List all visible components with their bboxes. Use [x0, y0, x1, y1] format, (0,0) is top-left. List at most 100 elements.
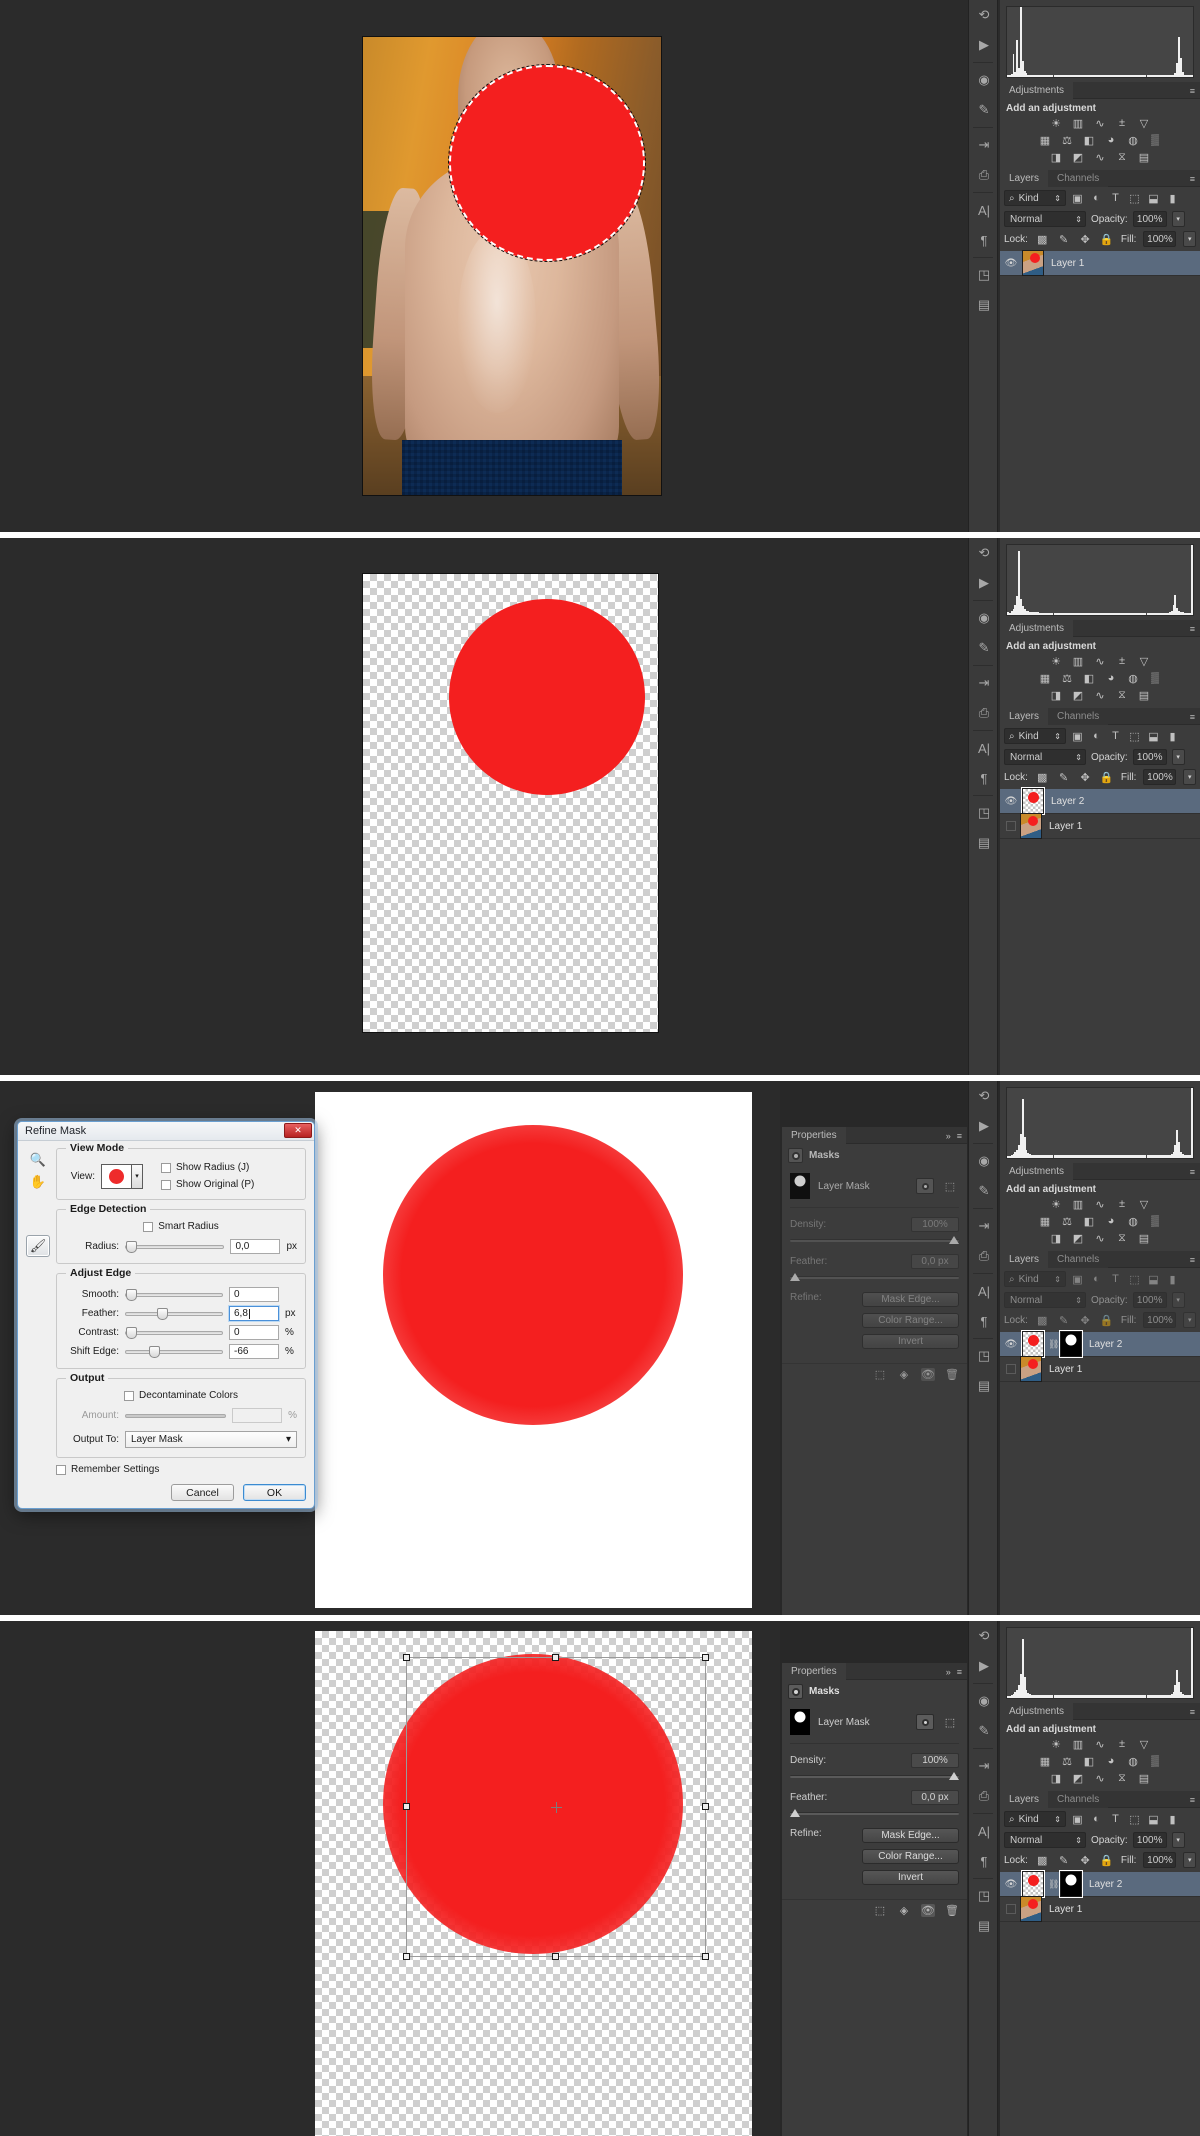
lock-position-icon[interactable]: ✥	[1078, 770, 1093, 785]
lock-position-icon[interactable]: ✥	[1078, 1313, 1093, 1328]
lock-all-icon[interactable]: 🔒	[1099, 770, 1114, 785]
opacity-value[interactable]: 100%	[1133, 1832, 1167, 1848]
document-refine-preview[interactable]	[315, 1092, 752, 1608]
invert-icon[interactable]: ◨	[1049, 1771, 1064, 1785]
vibrance-icon[interactable]: ▽	[1137, 1197, 1152, 1211]
invert-button[interactable]: Invert	[862, 1334, 959, 1349]
gradient-map-icon[interactable]: ▤	[1137, 688, 1152, 702]
chevron-updown-icon[interactable]: ⇕	[1054, 732, 1061, 741]
pixel-filter-icon[interactable]: ▣	[1070, 1272, 1085, 1287]
exposure-icon[interactable]: ±	[1115, 116, 1130, 130]
gradient-map-icon[interactable]: ▤	[1137, 1771, 1152, 1785]
adjust-edge-slider-knob[interactable]	[157, 1308, 168, 1320]
shape-filter-icon[interactable]: ⬚	[1127, 191, 1142, 206]
panel-menu-icon[interactable]: ≡	[1190, 712, 1195, 722]
layer-thumbnail[interactable]	[1020, 1896, 1042, 1922]
fill-value[interactable]: 100%	[1143, 1312, 1176, 1328]
layer-row[interactable]: 👁Layer 1	[1000, 251, 1200, 276]
adjustment-icon-grid[interactable]: ☀▥∿±▽▦⚖◧◕◍▒◨◩∿⧖▤	[1000, 654, 1200, 708]
smart-object-filter-icon[interactable]: ⬓	[1146, 1272, 1161, 1287]
shape-filter-icon[interactable]: ⬚	[1127, 1272, 1142, 1287]
eye-icon[interactable]: 👁	[1004, 1879, 1018, 1890]
dialog-tool-column[interactable]: 🔍 ✋ 🖌	[26, 1149, 52, 1257]
adjust-edge-slider-knob[interactable]	[126, 1289, 137, 1301]
transform-bounding-box[interactable]	[406, 1657, 706, 1957]
opacity-stepper[interactable]: ▾	[1172, 1292, 1185, 1308]
clone-source-icon[interactable]: ⎙	[969, 1241, 999, 1271]
brightness-contrast-icon[interactable]: ☀	[1049, 1737, 1064, 1751]
lock-all-icon[interactable]: 🔒	[1099, 1313, 1114, 1328]
adjustment-filter-icon[interactable]: ◐	[1089, 729, 1104, 744]
brush-icon[interactable]: ✎	[969, 1716, 999, 1746]
layer-thumbnail[interactable]	[1022, 1871, 1044, 1897]
apply-mask-icon[interactable]: ◈	[897, 1368, 911, 1381]
lock-transparency-icon[interactable]: ▩	[1035, 232, 1050, 247]
layer-row[interactable]: 👁⛓Layer 2	[1000, 1872, 1200, 1897]
filter-toggle-icon[interactable]: ▮	[1165, 1812, 1180, 1827]
hue-saturation-icon[interactable]: ▦	[1038, 1754, 1053, 1768]
levels-icon[interactable]: ▥	[1071, 1197, 1086, 1211]
color-lookup-icon[interactable]: ▒	[1148, 1754, 1163, 1768]
brush-presets-icon[interactable]: ⇥	[969, 130, 999, 160]
eye-icon[interactable]: 👁	[1004, 796, 1018, 807]
adjustment-icon-grid[interactable]: ☀▥∿±▽▦⚖◧◕◍▒◨◩∿⧖▤	[1000, 1197, 1200, 1251]
timeline-icon[interactable]: ▤	[969, 290, 999, 320]
blend-mode-select[interactable]: Normal⇕	[1004, 211, 1086, 227]
black-white-icon[interactable]: ◧	[1082, 1754, 1097, 1768]
mask-edge-button[interactable]: Mask Edge...	[862, 1292, 959, 1307]
layers-panel-header-3[interactable]: Layers Channels ≡	[1000, 1251, 1200, 1268]
opacity-value[interactable]: 100%	[1133, 211, 1167, 227]
actions-icon[interactable]: ▶	[969, 1111, 999, 1141]
panel-menu-icon[interactable]: ≡	[1190, 1707, 1195, 1717]
layer-mask-preview[interactable]	[790, 1709, 810, 1735]
photo-filter-icon[interactable]: ◕	[1104, 671, 1119, 685]
properties-icon[interactable]: ◉	[969, 1146, 999, 1176]
brightness-contrast-icon[interactable]: ☀	[1049, 116, 1064, 130]
feather-value[interactable]: 0,0 px	[911, 1254, 959, 1269]
layer-filter-kind[interactable]: ⌕Kind⇕	[1004, 1811, 1066, 1827]
character-icon[interactable]: A|	[969, 1816, 999, 1846]
panel-menu-icon[interactable]: ≡	[1190, 86, 1195, 96]
refine-radius-tool-icon[interactable]: 🖌	[26, 1235, 50, 1257]
adjust-edge-slider[interactable]	[125, 1293, 223, 1297]
layer-mask-row[interactable]: Layer Mask⬚	[790, 1167, 959, 1208]
fill-stepper[interactable]: ▾	[1183, 231, 1196, 247]
layer-row[interactable]: 👁⛓Layer 2	[1000, 1332, 1200, 1357]
document-transparent-1[interactable]	[362, 573, 659, 1033]
blend-mode-select[interactable]: Normal⇕	[1004, 1832, 1086, 1848]
layer-thumbnail[interactable]	[1022, 250, 1044, 276]
remember-settings-checkbox[interactable]	[56, 1465, 66, 1475]
eye-icon[interactable]: 👁	[1004, 1339, 1018, 1350]
collapsed-panel-dock-4[interactable]: ⟲▶◉✎⇥⎙A|¶◳▤	[968, 1621, 998, 2136]
threshold-icon[interactable]: ∿	[1093, 1231, 1108, 1245]
lock-image-icon[interactable]: ✎	[1056, 1853, 1071, 1868]
canvas-area-1[interactable]	[0, 0, 1000, 532]
vector-mask-icon[interactable]: ⬚	[941, 1714, 959, 1730]
tab-adjustments[interactable]: Adjustments	[1000, 620, 1073, 637]
tab-properties[interactable]: Properties	[782, 1663, 846, 1680]
panel-menu-icon[interactable]: ≡	[1190, 174, 1195, 184]
selective-color-icon[interactable]: ⧖	[1115, 688, 1130, 702]
tab-adjustments[interactable]: Adjustments	[1000, 1703, 1073, 1720]
adjustment-icon-grid[interactable]: ☀▥∿±▽▦⚖◧◕◍▒◨◩∿⧖▤	[1000, 116, 1200, 170]
character-icon[interactable]: A|	[969, 733, 999, 763]
canvas-area-4[interactable]	[0, 1621, 780, 2136]
chevron-updown-icon[interactable]: ⇕	[1054, 1275, 1061, 1284]
panel-menu-icon[interactable]: ≡	[1190, 624, 1195, 634]
color-range-button[interactable]: Color Range...	[862, 1849, 959, 1864]
load-selection-icon[interactable]: ⬚	[873, 1904, 887, 1917]
layer-filter-kind[interactable]: ⌕Kind⇕	[1004, 728, 1066, 744]
gradient-map-icon[interactable]: ▤	[1137, 150, 1152, 164]
pixel-mask-icon[interactable]	[916, 1178, 934, 1194]
layer-mask-row[interactable]: Layer Mask⬚	[790, 1703, 959, 1744]
paragraph-icon[interactable]: ¶	[969, 1846, 999, 1876]
transform-handle-tc[interactable]	[552, 1654, 559, 1661]
layer-thumbnail[interactable]	[1022, 788, 1044, 814]
type-filter-icon[interactable]: T	[1108, 1272, 1123, 1287]
smart-object-filter-icon[interactable]: ⬓	[1146, 1812, 1161, 1827]
panel-menu-icon[interactable]: »≡	[946, 1131, 962, 1141]
clone-source-icon[interactable]: ⎙	[969, 1781, 999, 1811]
transform-handle-tl[interactable]	[403, 1654, 410, 1661]
transform-handle-ml[interactable]	[403, 1803, 410, 1810]
opacity-stepper[interactable]: ▾	[1172, 211, 1185, 227]
